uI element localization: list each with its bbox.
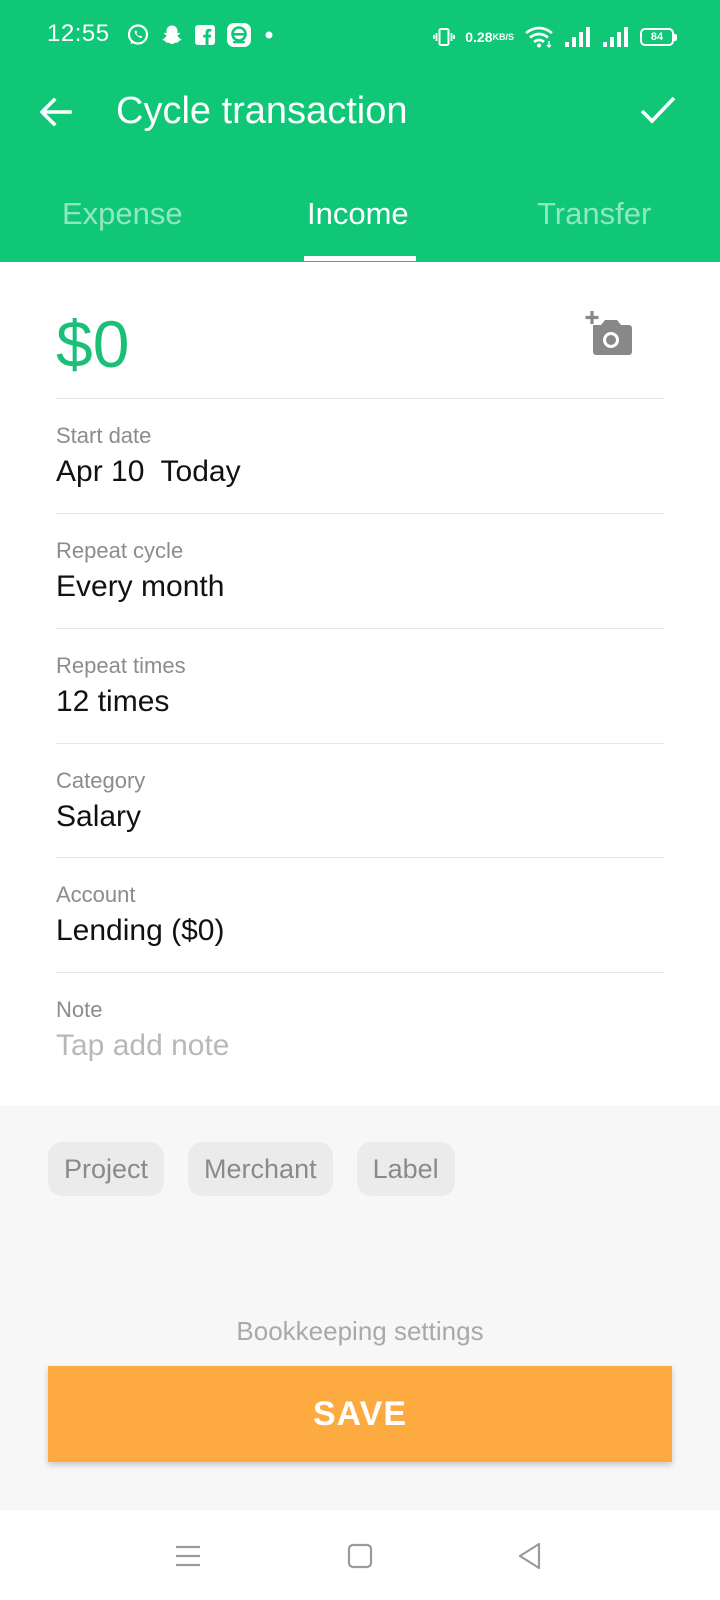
whatsapp-icon	[126, 23, 150, 47]
note-field[interactable]: Note Tap add note	[56, 972, 664, 1087]
back-triangle-icon	[518, 1542, 541, 1570]
nav-home-button[interactable]	[338, 1534, 382, 1578]
add-photo-icon	[585, 311, 632, 355]
nav-menu-button[interactable]	[166, 1534, 210, 1578]
transaction-form: $0 Start date Apr 10 Today Repeat cycle …	[0, 262, 720, 1106]
repeat-times-label: Repeat times	[56, 653, 186, 678]
account-label: Account	[56, 882, 136, 907]
repeat-cycle-value: Every month	[56, 570, 225, 603]
category-field[interactable]: Category Salary	[56, 743, 664, 858]
note-label: Note	[56, 997, 103, 1022]
merchant-chip[interactable]: Merchant	[188, 1142, 333, 1196]
category-value: Salary	[56, 800, 142, 833]
repeat-cycle-field[interactable]: Repeat cycle Every month	[56, 513, 664, 628]
save-button[interactable]: SAVE	[48, 1366, 672, 1462]
bookkeeping-settings-link[interactable]: Bookkeeping settings	[0, 1316, 720, 1347]
facebook-icon	[194, 24, 216, 46]
vibrate-icon	[433, 26, 456, 48]
nav-back-button[interactable]	[508, 1534, 552, 1578]
back-button[interactable]	[30, 86, 82, 138]
start-date-value: Apr 10 Today	[56, 455, 241, 488]
account-value: Lending ($0)	[56, 914, 225, 947]
add-photo-button[interactable]	[584, 310, 638, 358]
menu-icon	[176, 1545, 200, 1567]
start-date-label: Start date	[56, 423, 152, 448]
tab-income[interactable]: Income	[307, 196, 409, 232]
network-speed-value: 0.28	[465, 28, 493, 45]
network-speed: 0.28 KB/S	[465, 28, 514, 45]
signal-icon-2	[602, 26, 630, 48]
repeat-cycle-label: Repeat cycle	[56, 538, 184, 563]
label-chip[interactable]: Label	[356, 1142, 455, 1196]
snapchat-icon	[160, 23, 184, 47]
confirm-button[interactable]	[632, 84, 684, 136]
battery-level: 84	[650, 31, 664, 43]
active-tab-indicator	[304, 256, 416, 261]
wifi-icon	[524, 25, 554, 49]
tab-transfer[interactable]: Transfer	[537, 196, 651, 232]
home-icon	[347, 1543, 373, 1569]
account-field[interactable]: Account Lending ($0)	[56, 857, 664, 972]
signal-icon-1	[564, 26, 592, 48]
repeat-times-field[interactable]: Repeat times 12 times	[56, 628, 664, 743]
project-chip[interactable]: Project	[48, 1142, 165, 1196]
status-time: 12:55	[47, 20, 110, 47]
network-speed-unit: KB/S	[492, 31, 514, 42]
amount-input[interactable]: $0	[56, 306, 129, 382]
app-bar: Cycle transaction	[0, 72, 720, 160]
repeat-times-value: 12 times	[56, 685, 170, 718]
arrow-left-icon	[39, 97, 72, 127]
check-icon	[640, 96, 676, 124]
page-title: Cycle transaction	[116, 90, 408, 132]
extra-fields-chips: Project Merchant Label	[48, 1142, 455, 1196]
system-nav-bar	[0, 1510, 720, 1600]
app-header: 12:55 0.28 KB/S 84 Cycle transaction Exp…	[0, 0, 720, 262]
note-input[interactable]: Tap add note	[56, 1029, 229, 1063]
tab-expense[interactable]: Expense	[62, 196, 183, 232]
notification-icons	[126, 22, 276, 48]
status-bar: 12:55 0.28 KB/S 84	[0, 0, 720, 72]
battery-icon: 84	[640, 28, 677, 46]
category-label: Category	[56, 768, 146, 793]
dot-icon	[262, 28, 276, 42]
start-date-field[interactable]: Start date Apr 10 Today	[56, 398, 664, 513]
transaction-type-tabs: Expense Income Transfer	[0, 180, 720, 262]
system-icons: 0.28 KB/S 84	[433, 22, 677, 52]
app-icon	[226, 22, 252, 48]
